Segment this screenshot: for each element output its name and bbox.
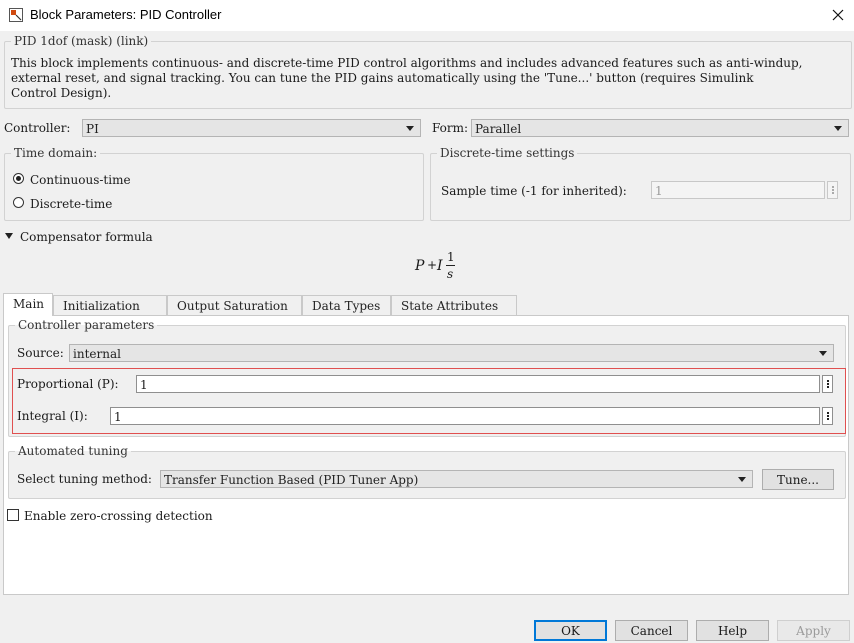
cancel-button[interactable]: Cancel	[615, 620, 688, 641]
proportional-label: Proportional (P):	[17, 377, 119, 391]
zero-crossing-checkbox[interactable]	[7, 509, 19, 521]
tab-state-attributes[interactable]: State Attributes	[391, 295, 517, 315]
formula-denominator: s	[447, 267, 454, 281]
controller-value: PI	[86, 122, 99, 136]
more-options-icon[interactable]	[827, 181, 838, 199]
tab-data-types[interactable]: Data Types	[302, 295, 391, 315]
integral-label: Integral (I):	[17, 409, 88, 423]
formula-fraction-bar	[446, 265, 455, 266]
continuous-time-label: Continuous-time	[30, 173, 131, 187]
formula-numerator: 1	[447, 250, 455, 264]
description-line: This block implements continuous- and di…	[11, 56, 803, 70]
help-button[interactable]: Help	[696, 620, 769, 641]
compensator-formula-label[interactable]: Compensator formula	[20, 230, 153, 244]
discrete-settings-legend: Discrete-time settings	[440, 146, 575, 160]
collapse-triangle-icon[interactable]	[5, 233, 13, 239]
tab-initialization[interactable]: Initialization	[53, 295, 167, 315]
apply-button[interactable]: Apply	[777, 620, 850, 641]
automated-tuning-legend: Automated tuning	[18, 444, 128, 458]
form-value: Parallel	[475, 122, 522, 136]
controller-label: Controller:	[4, 121, 71, 135]
description-line: Control Design).	[11, 86, 112, 100]
chevron-down-icon	[819, 351, 827, 356]
form-dropdown[interactable]: Parallel	[471, 119, 849, 137]
sample-time-label: Sample time (-1 for inherited):	[441, 184, 627, 198]
formula-p: P	[415, 258, 425, 274]
chevron-down-icon	[406, 126, 414, 131]
controller-dropdown[interactable]: PI	[82, 119, 421, 137]
tab-main[interactable]: Main	[3, 293, 53, 316]
form-label: Form:	[432, 121, 469, 135]
chevron-down-icon	[738, 477, 746, 482]
more-options-icon[interactable]	[822, 407, 833, 425]
window-title: Block Parameters: PID Controller	[30, 7, 222, 22]
simulink-block-icon	[9, 8, 23, 22]
continuous-time-radio[interactable]	[13, 173, 24, 184]
time-domain-legend: Time domain:	[14, 146, 98, 160]
source-label: Source:	[17, 346, 64, 360]
ok-button[interactable]: OK	[534, 620, 607, 641]
controller-parameters-legend: Controller parameters	[18, 318, 155, 332]
source-value: internal	[73, 347, 121, 361]
mask-description: This block implements continuous- and di…	[11, 56, 846, 101]
proportional-input[interactable]: 1	[136, 375, 820, 393]
mask-legend: PID 1dof (mask) (link)	[14, 34, 149, 48]
discrete-time-label: Discrete-time	[30, 197, 113, 211]
formula-plus: +	[427, 258, 438, 272]
zero-crossing-label: Enable zero-crossing detection	[24, 509, 213, 523]
chevron-down-icon	[834, 126, 842, 131]
tune-button[interactable]: Tune...	[762, 469, 834, 490]
tuning-method-label: Select tuning method:	[17, 472, 152, 486]
formula-i: I	[437, 258, 443, 274]
close-icon[interactable]	[822, 0, 854, 31]
sample-time-input[interactable]: 1	[651, 181, 825, 199]
tab-output-saturation[interactable]: Output Saturation	[167, 295, 302, 315]
description-line: external reset, and signal tracking. You…	[11, 71, 754, 85]
more-options-icon[interactable]	[822, 375, 833, 393]
compensator-formula: P + I 1 s	[415, 250, 465, 284]
source-dropdown[interactable]: internal	[69, 344, 834, 362]
tuning-method-value: Transfer Function Based (PID Tuner App)	[164, 473, 419, 487]
title-bar: Block Parameters: PID Controller	[0, 0, 854, 31]
discrete-time-radio[interactable]	[13, 197, 24, 208]
tuning-method-dropdown[interactable]: Transfer Function Based (PID Tuner App)	[160, 470, 753, 488]
integral-input[interactable]: 1	[110, 407, 820, 425]
